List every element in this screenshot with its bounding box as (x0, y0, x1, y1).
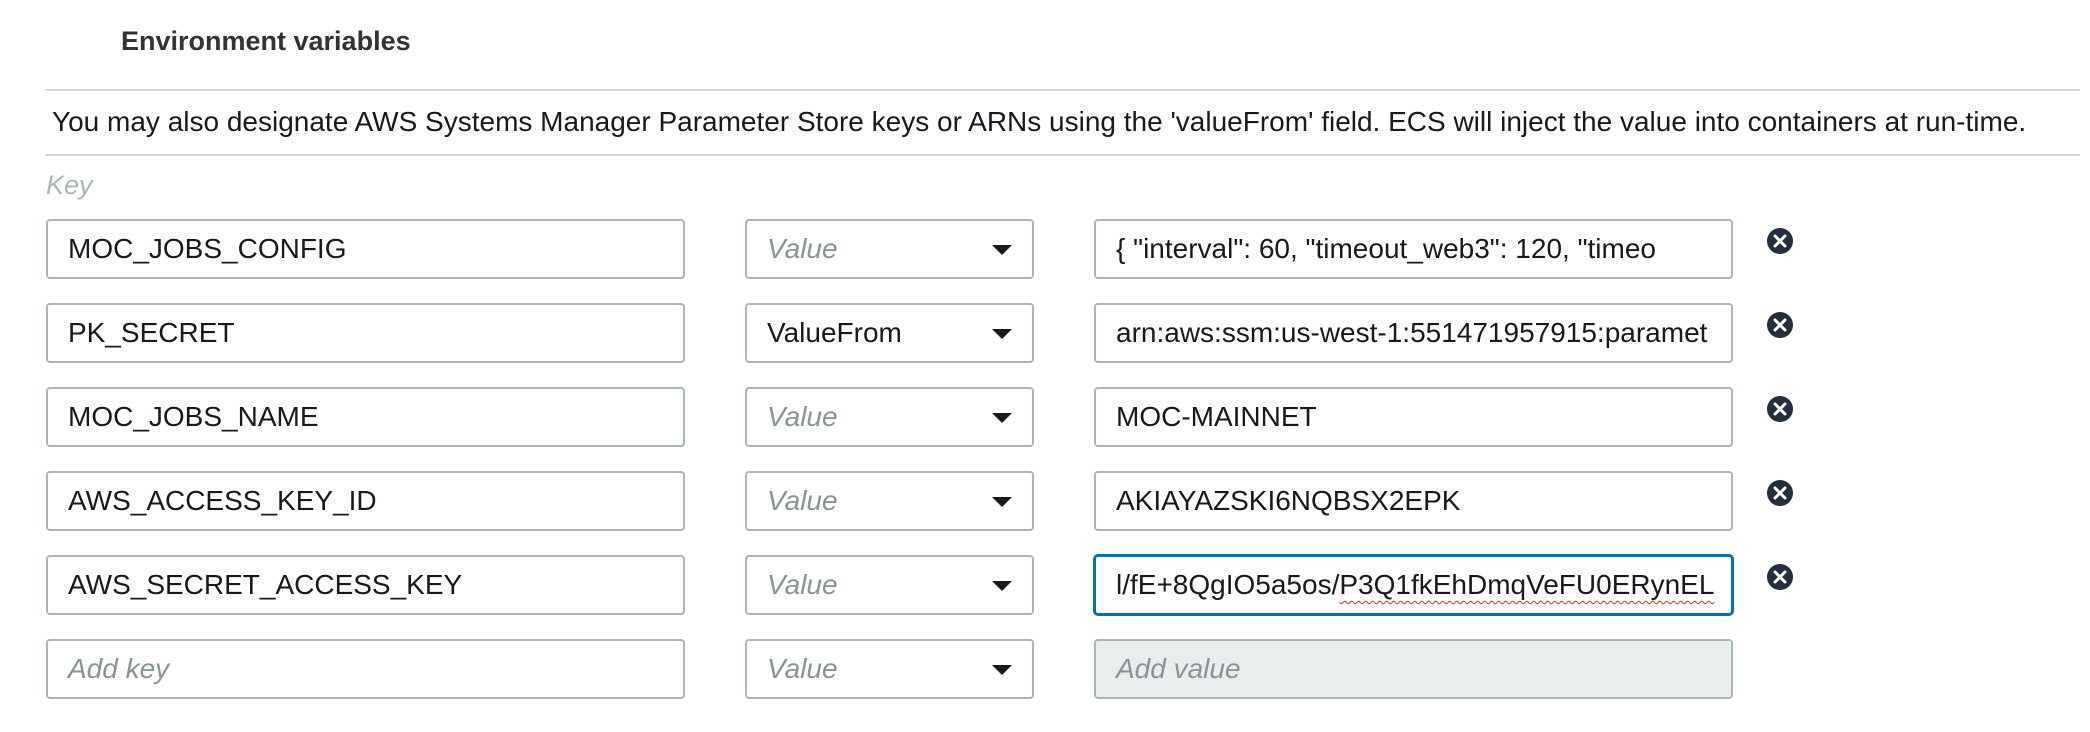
env-type-label: Value (767, 653, 838, 684)
env-key-input[interactable]: AWS_ACCESS_KEY_ID (46, 471, 685, 531)
remove-circle-icon[interactable] (1766, 479, 1794, 507)
env-type-label: ValueFrom (767, 317, 902, 348)
env-type-select[interactable]: ValueFrom (745, 303, 1034, 363)
env-value-input[interactable]: arn:aws:ssm:us-west-1:551471957915:param… (1094, 303, 1733, 363)
env-value-input[interactable]: l/fE+8QgIO5a5os/P3Q1fkEhDmqVeFU0ERynEL (1094, 555, 1733, 615)
remove-circle-icon[interactable] (1766, 395, 1794, 423)
caret-down-icon (992, 245, 1012, 255)
key-column-header: Key (46, 170, 93, 200)
add-key-input[interactable]: Add key (46, 639, 685, 699)
remove-circle-icon[interactable] (1766, 563, 1794, 591)
remove-circle-icon[interactable] (1766, 227, 1794, 255)
env-var-row: AWS_ACCESS_KEY_ID Value AKIAYAZSKI6NQBSX… (0, 471, 2090, 535)
env-key-input[interactable]: MOC_JOBS_NAME (46, 387, 685, 447)
section-description: You may also designate AWS Systems Manag… (52, 106, 2027, 137)
env-var-new-row: Add key Value Add value (0, 639, 2090, 703)
add-value-input[interactable]: Add value (1094, 639, 1733, 699)
env-key-input[interactable]: MOC_JOBS_CONFIG (46, 219, 685, 279)
caret-down-icon (992, 665, 1012, 675)
env-var-row: PK_SECRET ValueFrom arn:aws:ssm:us-west-… (0, 303, 2090, 367)
env-key-input[interactable]: PK_SECRET (46, 303, 685, 363)
caret-down-icon (992, 497, 1012, 507)
env-type-label: Value (767, 569, 838, 600)
remove-circle-icon[interactable] (1766, 311, 1794, 339)
env-type-label: Value (767, 485, 838, 516)
env-var-row: MOC_JOBS_NAME Value MOC-MAINNET (0, 387, 2090, 451)
env-value-input[interactable]: { "interval": 60, "timeout_web3": 120, "… (1094, 219, 1733, 279)
env-var-row: MOC_JOBS_CONFIG Value { "interval": 60, … (0, 219, 2090, 283)
env-type-select[interactable]: Value (745, 387, 1034, 447)
env-type-select[interactable]: Value (745, 471, 1034, 531)
env-type-label: Value (767, 401, 838, 432)
value-text: l/fE+8QgIO5a5os/ (1116, 569, 1340, 600)
env-type-select[interactable]: Value (745, 555, 1034, 615)
env-type-label: Value (767, 233, 838, 264)
env-type-select[interactable]: Value (745, 639, 1034, 699)
env-type-select[interactable]: Value (745, 219, 1034, 279)
caret-down-icon (992, 413, 1012, 423)
section-title: Environment variables (121, 26, 411, 56)
env-key-input[interactable]: AWS_SECRET_ACCESS_KEY (46, 555, 685, 615)
env-value-input[interactable]: MOC-MAINNET (1094, 387, 1733, 447)
value-text-misspelled: P3Q1fkEhDmqVeFU0ERynEL (1339, 569, 1715, 600)
caret-down-icon (992, 329, 1012, 339)
divider (45, 89, 2080, 91)
env-value-input[interactable]: AKIAYAZSKI6NQBSX2EPK (1094, 471, 1733, 531)
divider (45, 154, 2080, 156)
caret-down-icon (992, 581, 1012, 591)
env-var-row: AWS_SECRET_ACCESS_KEY Value l/fE+8QgIO5a… (0, 555, 2090, 619)
